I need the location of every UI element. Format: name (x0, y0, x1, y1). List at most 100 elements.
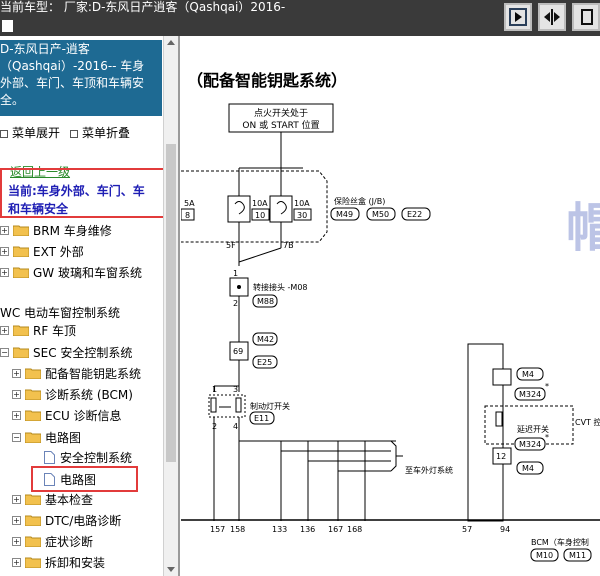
fuse-num: 10 (255, 211, 265, 220)
svg-text:*: * (545, 382, 549, 391)
fuse-amps: 10A (252, 199, 268, 208)
scroll-down-icon[interactable] (167, 567, 175, 572)
fuse (269, 195, 293, 223)
folder-icon (25, 557, 41, 568)
split-arrows-icon[interactable] (538, 3, 566, 31)
fuse (227, 195, 251, 223)
menu-collapse-button[interactable]: 菜单折叠 (70, 124, 130, 141)
fuse-num: 30 (297, 211, 307, 220)
ignition-line: ON 或 START 位置 (242, 119, 319, 131)
highlight-current (0, 168, 168, 218)
tree-item-label: SEC 安全控制系统 (33, 345, 133, 360)
tree-item-label: 配备智能钥匙系统 (45, 366, 142, 381)
switch-ref: E11 (254, 414, 269, 423)
expand-plus-icon[interactable]: + (0, 246, 9, 256)
expand-plus-icon[interactable]: + (12, 410, 21, 420)
tree-item-smart-key[interactable]: + 配备智能钥匙系统 (12, 363, 141, 383)
svg-text:*: * (545, 433, 549, 442)
tree-item-dtc[interactable]: + DTC/电路诊断 (12, 510, 121, 530)
menu-expand-button[interactable]: 菜单展开 (0, 124, 60, 141)
folder-icon (25, 515, 41, 526)
header-marker (2, 20, 13, 32)
tree-item-basic-check[interactable]: + 基本检查 (12, 489, 93, 509)
vehicle-info: 当前车型： 厂家:D-东风日产逍客（Qashqai）2016- (0, 0, 286, 14)
connector-ref: M324 (519, 440, 541, 449)
tree-item-label: RF 车顶 (33, 323, 77, 338)
pin-label: 1 (212, 385, 217, 394)
connector-ref: M324 (519, 390, 541, 399)
folder-icon (25, 494, 41, 505)
folder-icon (13, 225, 29, 236)
pin-number: 167 (328, 525, 343, 534)
wiring-diagram-panel: （配备智能钥匙系统） 帽 点火开关处于 ON 或 START 位置 5A 8 1… (181, 36, 600, 576)
expand-plus-icon[interactable]: + (0, 325, 9, 335)
tree-item-ext[interactable]: + EXT 外部 (0, 241, 84, 261)
scroll-thumb[interactable] (166, 144, 176, 462)
page-right-icon[interactable] (572, 3, 600, 31)
tree-item-wc[interactable]: WC 电动车窗控制系统 (0, 302, 120, 322)
menu-collapse-label: 菜单折叠 (82, 126, 131, 140)
expand-plus-icon[interactable]: + (12, 368, 21, 378)
folder-icon (25, 410, 41, 421)
watermark: 帽 (566, 199, 600, 259)
tree-item-ecu[interactable]: + ECU 诊断信息 (12, 405, 122, 425)
tree-item-sec[interactable]: − SEC 安全控制系统 (0, 342, 132, 362)
to-exterior-label: 至车外灯系统 (405, 465, 453, 475)
tree-item-gw[interactable]: + GW 玻璃和车窗系统 (0, 262, 142, 282)
expand-plus-icon[interactable]: + (12, 515, 21, 525)
expand-plus-icon[interactable]: + (12, 494, 21, 504)
tree-item-circuit[interactable]: − 电路图 (12, 427, 81, 447)
bcm-label: BCM（车身控制 (531, 537, 589, 547)
ignition-line: 点火开关处于 (254, 107, 308, 119)
arrow-right-box-icon[interactable] (504, 3, 532, 31)
title-line: D-东风日产-逍客 (0, 42, 90, 56)
wire-label: 5F (226, 241, 236, 250)
tree-item-label: EXT 外部 (33, 244, 84, 259)
tree-item-label: 诊断系统 (BCM) (45, 387, 133, 402)
tree-item-rf[interactable]: + RF 车顶 (0, 320, 76, 340)
tree-item-diag-bcm[interactable]: + 诊断系统 (BCM) (12, 384, 133, 404)
tree-item-brm[interactable]: + BRM 车身维修 (0, 220, 112, 240)
tree-item-label: WC 电动车窗控制系统 (0, 305, 121, 320)
pin-number: 94 (500, 525, 510, 534)
pin-label: 2 (233, 299, 238, 308)
collapse-icon (70, 129, 78, 138)
connector-label: 转接接头 -M08 (253, 282, 308, 292)
expand-plus-icon[interactable]: + (0, 225, 9, 235)
fuse-ref: M49 (336, 210, 353, 219)
title-line: 外部、车门、车顶和车辆安 (0, 76, 145, 90)
tree-item-label: 拆卸和安装 (45, 555, 106, 570)
document-icon (44, 450, 55, 464)
expand-plus-icon[interactable]: + (12, 557, 21, 567)
pin-number: 157 (210, 525, 225, 534)
pin-label: 3 (233, 385, 238, 394)
tree-item-removal[interactable]: + 拆卸和安装 (12, 552, 105, 572)
vehicle-title-box: D-东风日产-逍客 （Qashqai）-2016-- 车身 外部、车门、车顶和车… (0, 40, 162, 116)
tree-item-label: ECU 诊断信息 (45, 408, 122, 423)
expand-plus-icon[interactable]: + (0, 267, 9, 277)
tree-item-symptom[interactable]: + 症状诊断 (12, 531, 93, 551)
expand-plus-icon[interactable]: + (12, 536, 21, 546)
folder-icon (13, 267, 29, 278)
fuse-ref: M50 (372, 210, 389, 219)
switch-label: 制动灯开关 (250, 401, 290, 411)
collapse-minus-icon[interactable]: − (0, 347, 9, 357)
expand-plus-icon[interactable]: + (12, 389, 21, 399)
connector-ref: E25 (257, 358, 272, 367)
tree-item-label: GW 玻璃和车窗系统 (33, 265, 142, 280)
pin-label: 12 (496, 452, 506, 461)
connector-ref: M42 (257, 335, 274, 344)
connector-ref: M88 (257, 297, 274, 306)
scroll-up-icon[interactable] (167, 40, 175, 45)
sidebar-scrollbar[interactable] (163, 36, 178, 576)
folder-open-icon (13, 347, 29, 358)
wiring-diagram: 帽 点火开关处于 ON 或 START 位置 5A 8 10A 10 10A 3… (181, 103, 600, 562)
pin-label: 2 (212, 422, 217, 431)
collapse-minus-icon[interactable]: − (12, 432, 21, 442)
tree-item-label: 基本检查 (45, 492, 94, 507)
diagram-title: （配备智能钥匙系统） (187, 71, 348, 90)
tree-item-sec-control[interactable]: 安全控制系统 (44, 447, 132, 467)
pin-number: 133 (272, 525, 287, 534)
folder-icon (13, 246, 29, 257)
fuse-num: 8 (185, 211, 190, 220)
